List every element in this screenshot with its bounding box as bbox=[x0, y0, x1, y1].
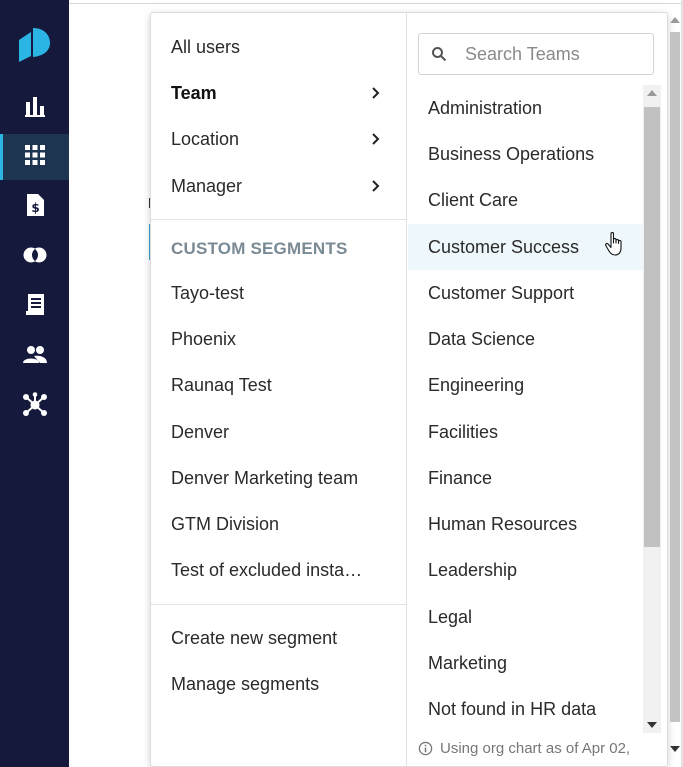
segment-label: Denver Marketing team bbox=[171, 467, 359, 488]
segment-item[interactable]: GTM Division bbox=[151, 504, 406, 544]
team-item[interactable]: Business Operations bbox=[408, 131, 643, 177]
scrollbar-thumb[interactable] bbox=[644, 107, 660, 547]
create-segment-button[interactable]: Create new segment bbox=[151, 618, 406, 658]
page-header-edge bbox=[69, 0, 683, 4]
scroll-down-arrow-icon[interactable] bbox=[670, 746, 680, 752]
team-item[interactable]: Engineering bbox=[408, 362, 643, 408]
bar-chart-icon bbox=[22, 93, 48, 124]
scroll-up-arrow-icon[interactable] bbox=[670, 17, 680, 23]
team-search-input[interactable] bbox=[465, 43, 645, 65]
segment-item[interactable]: Tayo-test bbox=[151, 273, 406, 313]
segment-item[interactable]: Denver Marketing team bbox=[151, 458, 406, 498]
page-scrollbar[interactable] bbox=[669, 12, 681, 767]
team-label: Facilities bbox=[428, 421, 499, 442]
menu-item-label: Manager bbox=[171, 175, 243, 196]
scroll-up-arrow-icon[interactable] bbox=[647, 90, 657, 96]
menu-item-manager[interactable]: Manager bbox=[151, 166, 406, 206]
team-item[interactable]: Facilities bbox=[408, 409, 643, 455]
team-item[interactable]: Finance bbox=[408, 455, 643, 501]
action-label: Manage segments bbox=[171, 673, 320, 694]
svg-text:$: $ bbox=[31, 201, 39, 215]
team-label: Leadership bbox=[428, 559, 518, 580]
grid-icon bbox=[22, 142, 48, 173]
team-submenu: Administration Business Operations Clien… bbox=[408, 13, 667, 766]
action-label: Create new segment bbox=[171, 627, 338, 648]
team-label: Human Resources bbox=[428, 513, 578, 534]
chevron-right-icon bbox=[372, 87, 380, 99]
team-label: Legal bbox=[428, 606, 473, 627]
team-label: Marketing bbox=[428, 652, 508, 673]
chevron-right-icon bbox=[372, 180, 380, 192]
team-label: Customer Success bbox=[428, 236, 580, 257]
segment-label: Test of excluded insta… bbox=[171, 559, 363, 580]
nav-invoices[interactable] bbox=[0, 284, 69, 330]
receipt-icon bbox=[22, 292, 48, 323]
nav-apps-grid[interactable] bbox=[0, 134, 69, 180]
filter-dropdown: All users Team Location Manager CUSTOM S… bbox=[150, 12, 668, 767]
team-search-box[interactable] bbox=[418, 33, 654, 75]
menu-item-label: Team bbox=[171, 82, 217, 103]
team-label: Business Operations bbox=[428, 143, 595, 164]
team-item[interactable]: Not found in HR data bbox=[408, 686, 643, 732]
team-label: Data Science bbox=[428, 328, 536, 349]
segment-item[interactable]: Raunaq Test bbox=[151, 365, 406, 405]
nav-people[interactable] bbox=[0, 334, 69, 380]
menu-item-label: Location bbox=[171, 128, 240, 149]
menu-item-all-users[interactable]: All users bbox=[151, 27, 406, 67]
brand-logo[interactable] bbox=[17, 26, 51, 64]
nav-overlap[interactable] bbox=[0, 234, 69, 280]
hand-cursor-icon bbox=[605, 231, 622, 256]
team-label: Customer Support bbox=[428, 282, 575, 303]
team-item[interactable]: Client Care bbox=[408, 177, 643, 223]
team-item[interactable]: Legal bbox=[408, 594, 643, 640]
scrollbar-thumb[interactable] bbox=[670, 32, 680, 722]
menu-item-location[interactable]: Location bbox=[151, 119, 406, 159]
team-list-scrollbar[interactable] bbox=[643, 85, 661, 733]
segment-label: Denver bbox=[171, 421, 230, 442]
document-dollar-icon: $ bbox=[22, 192, 48, 223]
menu-divider bbox=[151, 604, 406, 605]
team-label: Engineering bbox=[428, 374, 525, 395]
team-list: Administration Business Operations Clien… bbox=[408, 85, 643, 733]
people-icon bbox=[22, 342, 48, 373]
team-item[interactable]: Data Science bbox=[408, 316, 643, 362]
segment-item[interactable]: Test of excluded insta… bbox=[151, 550, 406, 590]
org-chart-note-text: Using org chart as of Apr 02, bbox=[440, 740, 631, 757]
menu-item-team[interactable]: Team bbox=[151, 73, 406, 113]
team-item[interactable]: Marketing bbox=[408, 640, 643, 686]
search-icon bbox=[432, 47, 447, 62]
team-item[interactable]: Customer Support bbox=[408, 270, 643, 316]
org-chart-note: Using org chart as of Apr 02, bbox=[418, 740, 630, 757]
team-item[interactable]: Human Resources bbox=[408, 501, 643, 547]
segment-item[interactable]: Phoenix bbox=[151, 319, 406, 359]
custom-segments-heading: CUSTOM SEGMENTS bbox=[171, 239, 348, 258]
filter-menu: All users Team Location Manager CUSTOM S… bbox=[151, 13, 407, 766]
team-item[interactable]: Leadership bbox=[408, 547, 643, 593]
manage-segments-button[interactable]: Manage segments bbox=[151, 664, 406, 704]
menu-item-label: All users bbox=[171, 36, 241, 57]
menu-divider bbox=[151, 219, 406, 220]
nav-integrations[interactable] bbox=[0, 384, 69, 430]
sidebar: $ bbox=[0, 0, 69, 767]
scroll-down-arrow-icon[interactable] bbox=[647, 722, 657, 728]
network-icon bbox=[22, 391, 48, 423]
nav-analytics[interactable] bbox=[0, 85, 69, 131]
team-label: Administration bbox=[428, 97, 543, 118]
nav-spend[interactable]: $ bbox=[0, 184, 69, 230]
team-label: Client Care bbox=[428, 189, 519, 210]
segment-label: Raunaq Test bbox=[171, 374, 272, 395]
overlap-circles-icon bbox=[22, 242, 48, 273]
segment-label: GTM Division bbox=[171, 513, 280, 534]
team-label: Finance bbox=[428, 467, 493, 488]
info-icon bbox=[418, 741, 433, 756]
segment-label: Tayo-test bbox=[171, 282, 245, 303]
team-item-hovered[interactable]: Customer Success bbox=[408, 224, 643, 270]
segment-label: Phoenix bbox=[171, 328, 237, 349]
segment-item[interactable]: Denver bbox=[151, 412, 406, 452]
chevron-right-icon bbox=[372, 133, 380, 145]
team-label: Not found in HR data bbox=[428, 698, 597, 719]
team-item[interactable]: Administration bbox=[408, 85, 643, 131]
